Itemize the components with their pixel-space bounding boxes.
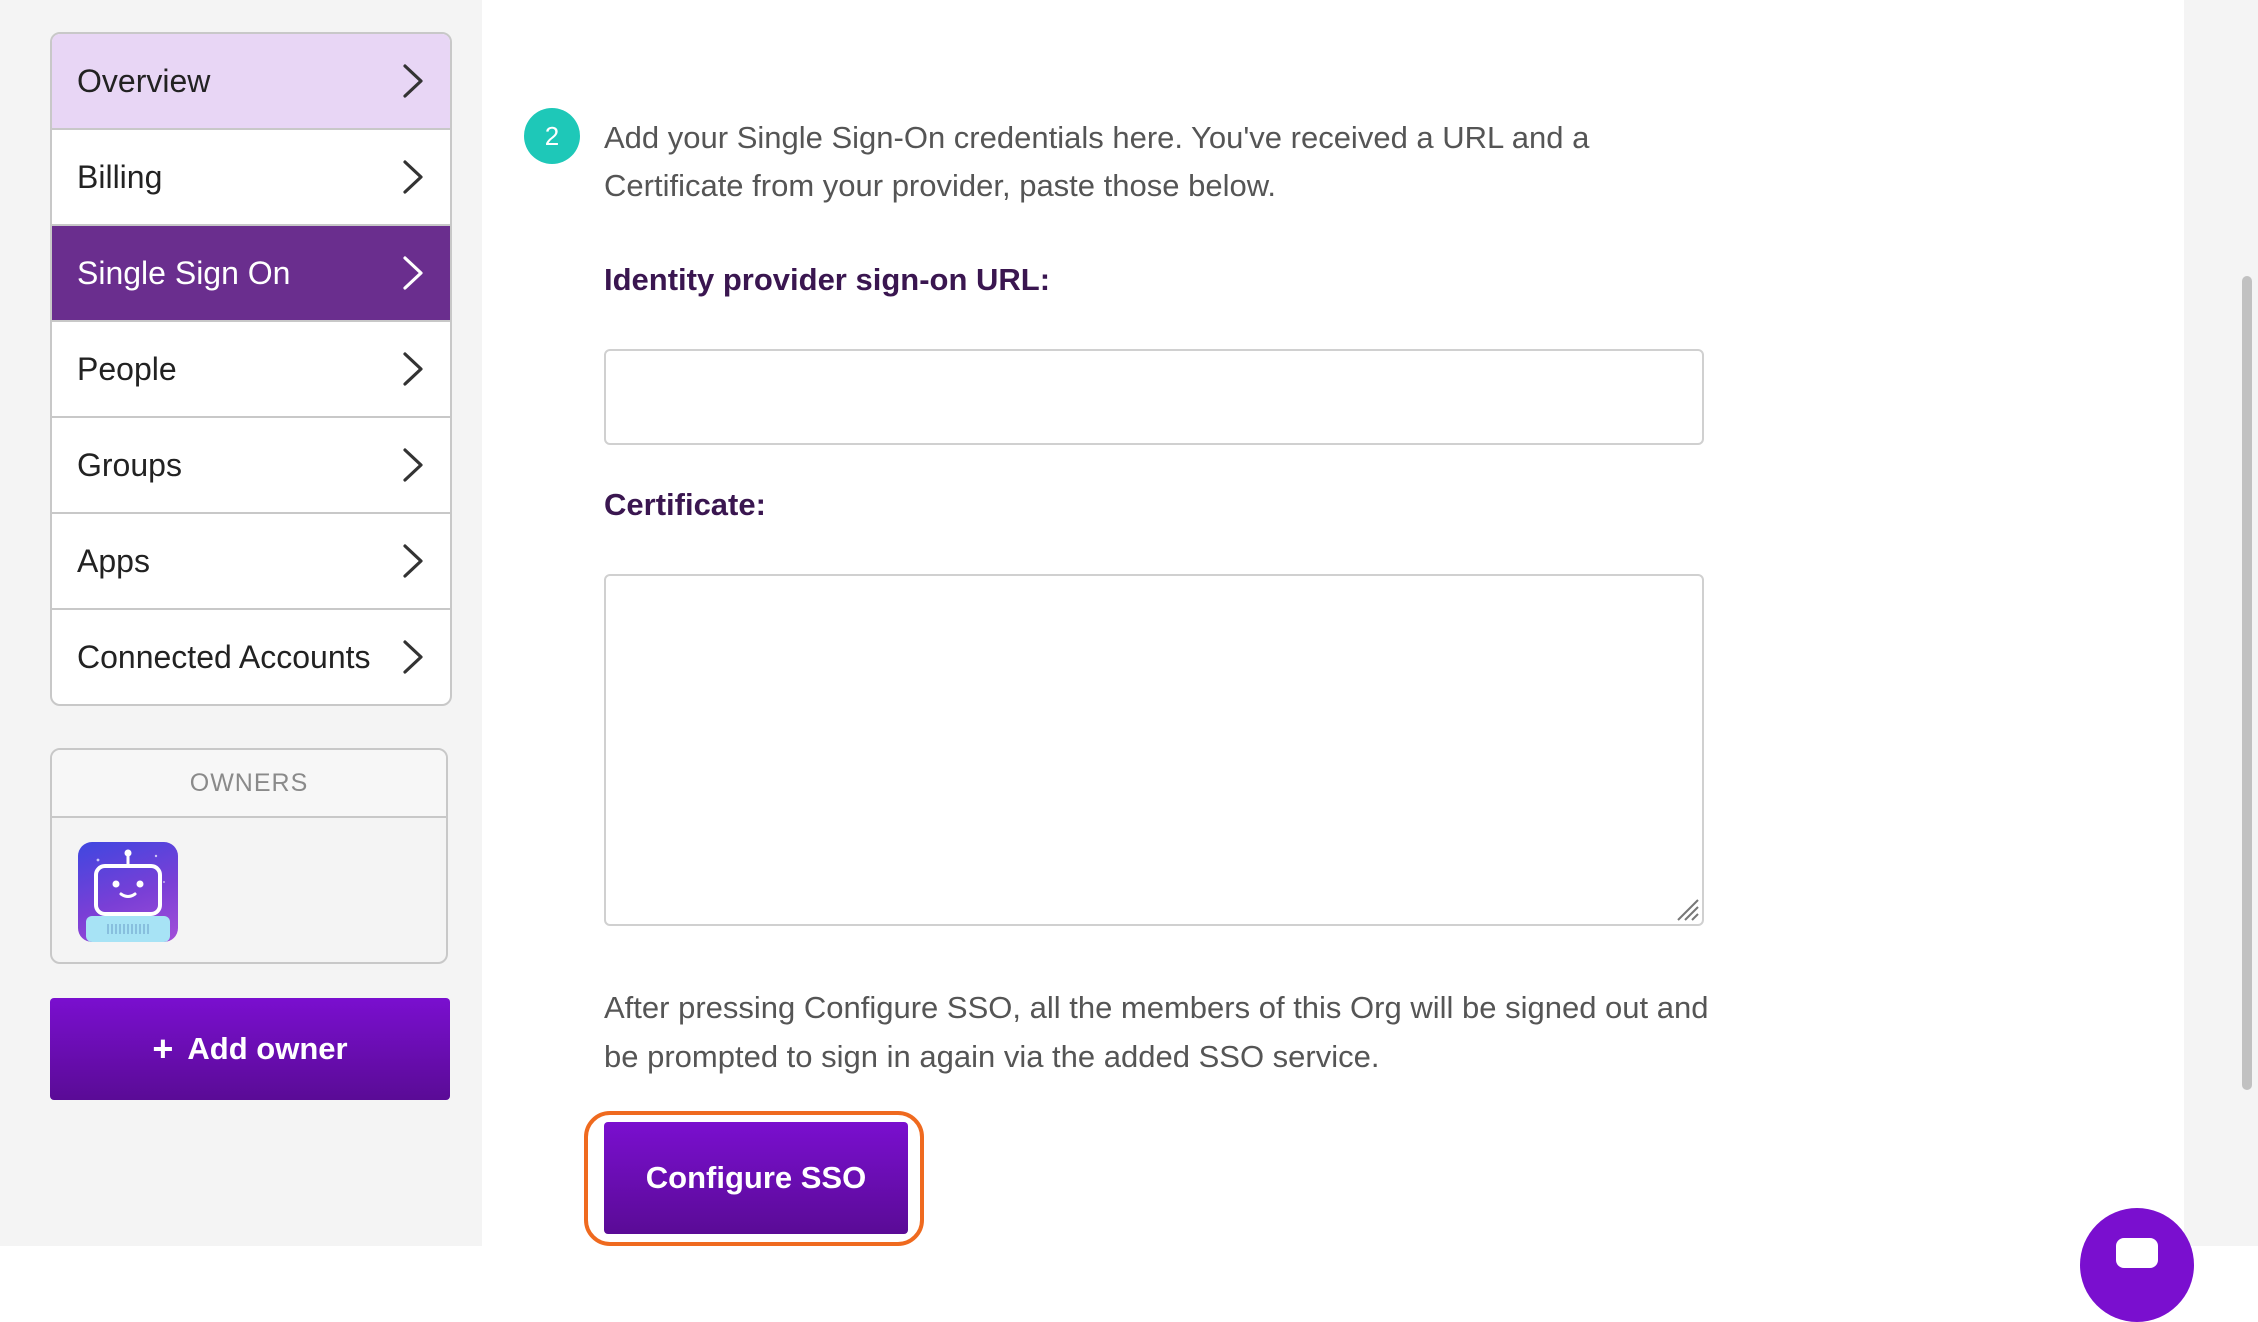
url-field-label: Identity provider sign-on URL: [604,262,1051,297]
sidebar-item-single-sign-on[interactable]: Single Sign On [52,226,450,322]
robot-icon [86,849,170,942]
sso-intro-text: Add your Single Sign-On credentials here… [604,120,1590,203]
sidebar-item-groups[interactable]: Groups [52,418,450,514]
bottom-strip [0,1246,2258,1290]
chevron-right-icon [402,62,428,100]
chevron-right-icon [402,542,428,580]
owner-avatar[interactable] [78,842,178,942]
sidebar-item-label: People [77,350,177,387]
plus-icon: + [152,1028,174,1069]
add-owner-button[interactable]: + Add owner [50,998,450,1100]
sidebar-item-label: Single Sign On [77,254,291,291]
sidebar-item-label: Apps [77,542,150,579]
sidebar-nav: Overview Billing Single Sign On People G… [50,32,452,706]
chevron-right-icon [402,638,428,676]
sign-out-warning-text: After pressing Configure SSO, all the me… [604,990,1709,1074]
certificate-textarea[interactable] [604,574,1704,926]
configure-sso-button[interactable]: Configure SSO [604,1122,908,1234]
chevron-right-icon [402,446,428,484]
owners-panel: OWNERS [50,748,448,964]
identity-provider-url-input[interactable] [604,349,1704,445]
chevron-right-icon [402,158,428,196]
resize-grip-icon[interactable] [1672,894,1700,922]
chevron-right-icon [402,254,428,292]
step-number-badge: 2 [524,108,580,164]
sidebar-item-overview[interactable]: Overview [52,34,450,130]
owners-heading: OWNERS [52,750,446,818]
chat-button[interactable] [2080,1208,2194,1322]
sidebar-item-people[interactable]: People [52,322,450,418]
certificate-field-label: Certificate: [604,487,766,522]
sidebar-item-label: Connected Accounts [77,638,371,675]
sidebar-item-label: Overview [77,62,211,99]
sidebar-item-connected-accounts[interactable]: Connected Accounts [52,610,450,704]
sidebar-item-billing[interactable]: Billing [52,130,450,226]
sidebar-item-label: Billing [77,158,163,195]
chevron-right-icon [402,350,428,388]
sidebar-item-apps[interactable]: Apps [52,514,450,610]
vertical-scrollbar[interactable] [2242,276,2252,1090]
sidebar-item-label: Groups [77,446,182,483]
add-owner-label: Add owner [187,1031,348,1066]
chat-icon [2116,1238,2158,1268]
